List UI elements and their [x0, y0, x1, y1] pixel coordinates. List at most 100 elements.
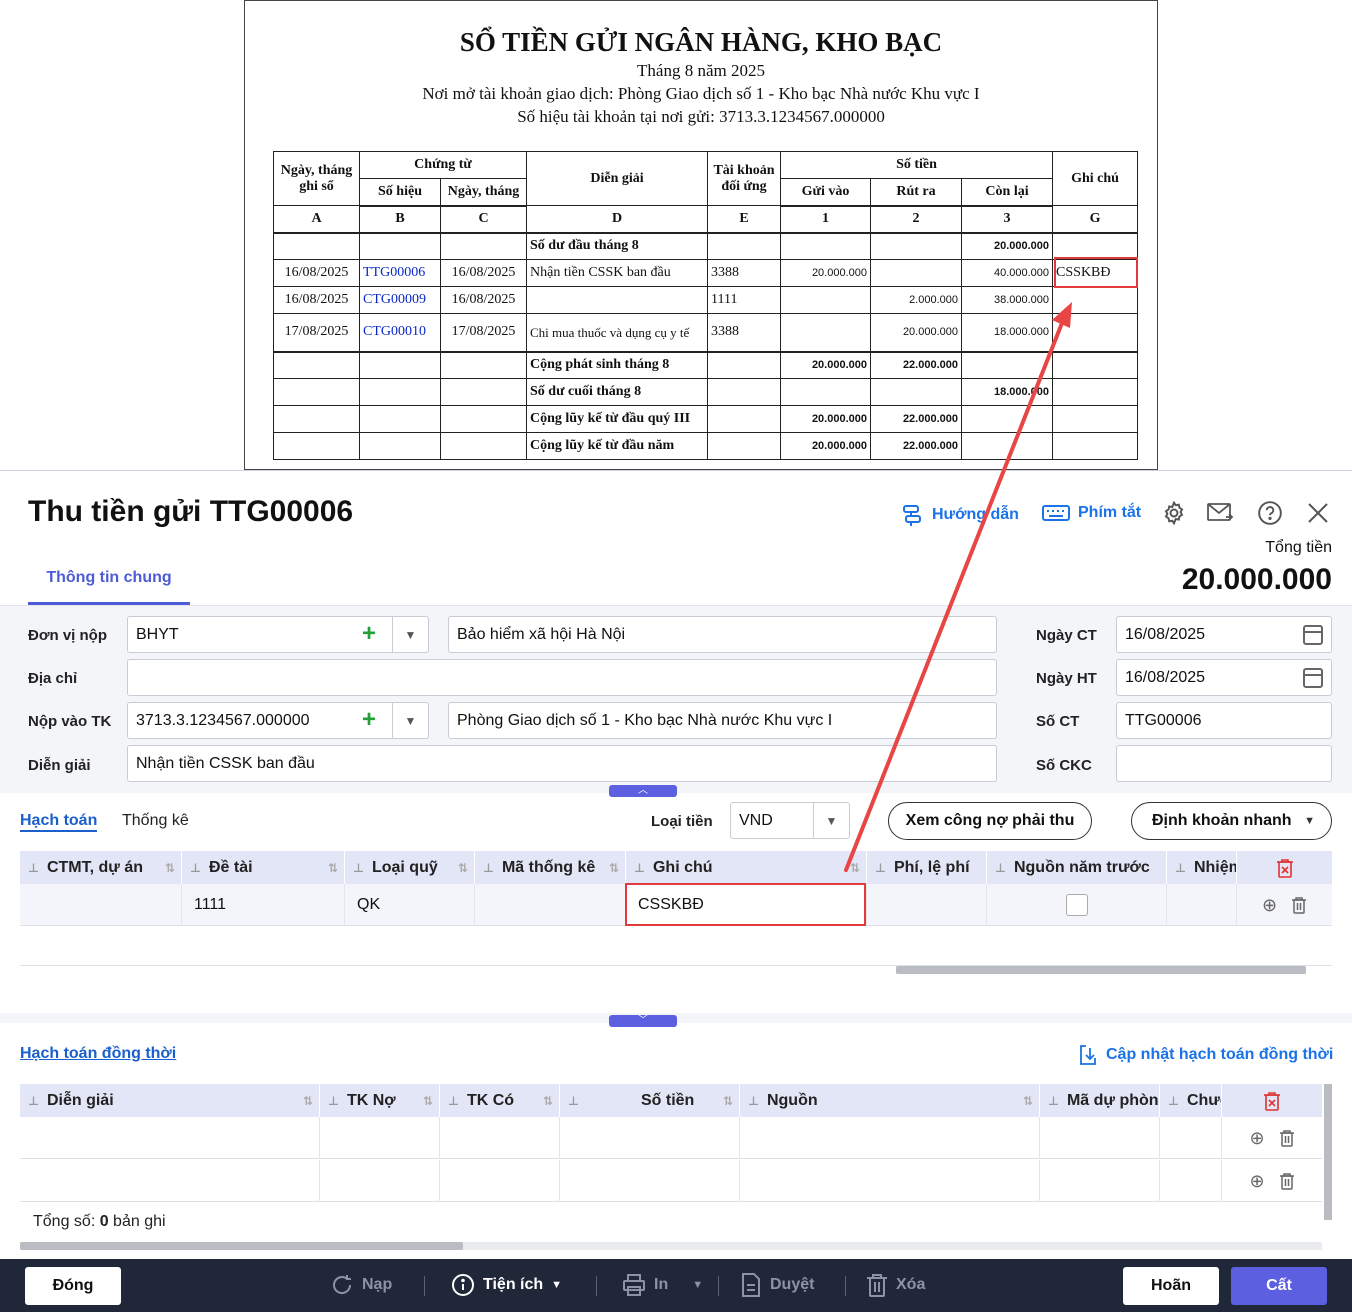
col-reserve-code[interactable]: ⊥ Mã dự phòng [1040, 1084, 1160, 1117]
sort-icon[interactable]: ⇅ [303, 1094, 313, 1108]
col-credit[interactable]: ⊥ TK Có ⇅ [440, 1084, 560, 1117]
col-amount[interactable]: ⊥ Số tiền ⇅ [560, 1084, 740, 1117]
chevron-down-icon[interactable]: ▼ [392, 616, 428, 653]
view-receivable-button[interactable]: Xem công nợ phải thu [888, 802, 1092, 840]
prev-year-checkbox[interactable] [1065, 894, 1088, 916]
delete-all-icon[interactable] [1276, 858, 1294, 878]
table-row[interactable]: ⊕ [20, 1160, 1322, 1202]
trash-icon[interactable] [1279, 1172, 1295, 1190]
print-button[interactable]: In ▼ [622, 1273, 703, 1297]
cell-source[interactable] [740, 1117, 1040, 1159]
sort-icon[interactable]: ⇅ [423, 1094, 433, 1108]
pin-icon[interactable]: ⊥ [328, 1094, 339, 1108]
add-row-icon[interactable]: ⊕ [1262, 895, 1277, 916]
cell-amount[interactable] [560, 1117, 740, 1159]
pin-icon[interactable]: ⊥ [483, 861, 494, 875]
col-prev-year-source[interactable]: ⊥ Nguồn năm trước [987, 851, 1167, 884]
cell-desc[interactable] [20, 1160, 320, 1202]
tab-accounting[interactable]: Hạch toán [20, 812, 98, 832]
calendar-icon[interactable] [1303, 625, 1323, 645]
table-row[interactable]: ⊕ [20, 1117, 1322, 1159]
unit-code-combobox[interactable]: BHYT + ▼ [127, 616, 429, 653]
pin-icon[interactable]: ⊥ [190, 861, 201, 875]
col-desc[interactable]: ⊥ Diễn giải ⇅ [20, 1084, 320, 1117]
delete-all-rows[interactable] [1222, 1084, 1322, 1117]
utility-button[interactable]: Tiện ích ▼ [451, 1273, 562, 1297]
calendar-icon[interactable] [1303, 668, 1323, 688]
add-unit-icon[interactable]: + [362, 620, 376, 648]
account-combobox[interactable]: 3713.3.1234567.000000 + ▼ [127, 702, 429, 739]
delete-button[interactable]: Xóa [866, 1273, 925, 1297]
pin-icon[interactable]: ⊥ [1175, 861, 1186, 875]
quick-entry-button[interactable]: Định khoản nhanh ▼ [1131, 802, 1332, 840]
cell-chapter[interactable] [1160, 1117, 1222, 1159]
update-simul-button[interactable]: Cập nhật hạch toán đồng thời [1078, 1044, 1333, 1066]
help-icon[interactable] [1256, 499, 1284, 527]
pin-icon[interactable]: ⊥ [28, 1094, 39, 1108]
delete-all-rows[interactable] [1237, 851, 1332, 884]
address-field[interactable] [127, 659, 997, 696]
col-fund-type[interactable]: ⊥ Loại quỹ ⇅ [345, 851, 475, 884]
mail-icon[interactable] [1206, 499, 1234, 527]
sort-icon[interactable]: ⇅ [165, 861, 175, 875]
col-task[interactable]: ⊥ Nhiệm [1167, 851, 1237, 884]
delete-all-icon[interactable] [1263, 1091, 1281, 1111]
col-source[interactable]: ⊥ Nguồn ⇅ [740, 1084, 1040, 1117]
sort-icon[interactable]: ⇅ [609, 861, 619, 875]
simul-grid-scroll-thumb[interactable] [20, 1242, 463, 1250]
cell-credit[interactable] [440, 1160, 560, 1202]
chevron-down-icon[interactable]: ▼ [392, 702, 428, 739]
save-button[interactable]: Cất [1231, 1267, 1327, 1305]
pin-icon[interactable]: ⊥ [568, 1094, 579, 1108]
sort-icon[interactable]: ⇅ [1023, 1094, 1033, 1108]
approve-button[interactable]: Duyệt [740, 1273, 814, 1297]
gear-icon[interactable] [1160, 499, 1188, 527]
expand-section-toggle[interactable]: ﹀ [609, 1015, 677, 1027]
guide-button[interactable]: Hướng dẫn [900, 503, 1019, 527]
cell-task[interactable] [1167, 884, 1237, 926]
col-topic[interactable]: ⊥ Đề tài ⇅ [182, 851, 345, 884]
cell-debit[interactable] [320, 1117, 440, 1159]
pin-icon[interactable]: ⊥ [448, 1094, 459, 1108]
pin-icon[interactable]: ⊥ [28, 861, 39, 875]
cancel-button[interactable]: Hoãn [1123, 1267, 1219, 1305]
cell-ctmt[interactable] [20, 884, 182, 926]
row-voucher-link[interactable]: TTG00006 [359, 259, 441, 287]
doc-date-picker[interactable]: 16/08/2025 [1116, 616, 1332, 653]
cell-stat-code[interactable] [475, 884, 626, 926]
trash-icon[interactable] [1291, 896, 1307, 914]
add-row-icon[interactable]: ⊕ [1249, 1128, 1264, 1149]
pin-icon[interactable]: ⊥ [748, 1094, 759, 1108]
pin-icon[interactable]: ⊥ [875, 861, 886, 875]
cell-reserve-code[interactable] [1040, 1160, 1160, 1202]
accounting-grid-scroll-thumb[interactable] [896, 966, 1306, 974]
sort-icon[interactable]: ⇅ [850, 861, 860, 875]
pin-icon[interactable]: ⊥ [353, 861, 364, 875]
post-date-picker[interactable]: 16/08/2025 [1116, 659, 1332, 696]
account-name-field[interactable]: Phòng Giao dịch số 1 - Kho bạc Nhà nước … [448, 702, 997, 739]
shortcuts-button[interactable]: Phím tắt [1042, 503, 1141, 523]
trash-icon[interactable] [1279, 1129, 1295, 1147]
unit-name-field[interactable]: Bảo hiểm xã hội Hà Nội [448, 616, 997, 653]
chevron-down-icon[interactable]: ▼ [813, 802, 849, 839]
tab-statistics[interactable]: Thống kê [122, 812, 189, 830]
add-account-icon[interactable]: + [362, 706, 376, 734]
col-stat-code[interactable]: ⊥ Mã thống kê ⇅ [475, 851, 626, 884]
pin-icon[interactable]: ⊥ [634, 861, 645, 875]
doc-no-field[interactable]: TTG00006 [1116, 702, 1332, 739]
close-icon[interactable] [1304, 499, 1332, 527]
col-note[interactable]: ⊥ Ghi chú ⇅ [626, 851, 867, 884]
add-row-icon[interactable]: ⊕ [1249, 1171, 1264, 1192]
sort-icon[interactable]: ⇅ [458, 861, 468, 875]
ckc-field[interactable] [1116, 745, 1332, 782]
col-ctmt[interactable]: ⊥ CTMT, dự án ⇅ [20, 851, 182, 884]
simul-accounting-title[interactable]: Hạch toán đồng thời [20, 1045, 176, 1063]
sort-icon[interactable]: ⇅ [328, 861, 338, 875]
cell-desc[interactable] [20, 1117, 320, 1159]
pin-icon[interactable]: ⊥ [1168, 1094, 1179, 1108]
currency-select[interactable]: VND ▼ [730, 802, 850, 839]
row-voucher-link[interactable]: CTG00010 [359, 313, 441, 352]
sort-icon[interactable]: ⇅ [723, 1094, 733, 1108]
close-button[interactable]: Đóng [25, 1267, 121, 1305]
cell-fee[interactable] [867, 884, 987, 926]
